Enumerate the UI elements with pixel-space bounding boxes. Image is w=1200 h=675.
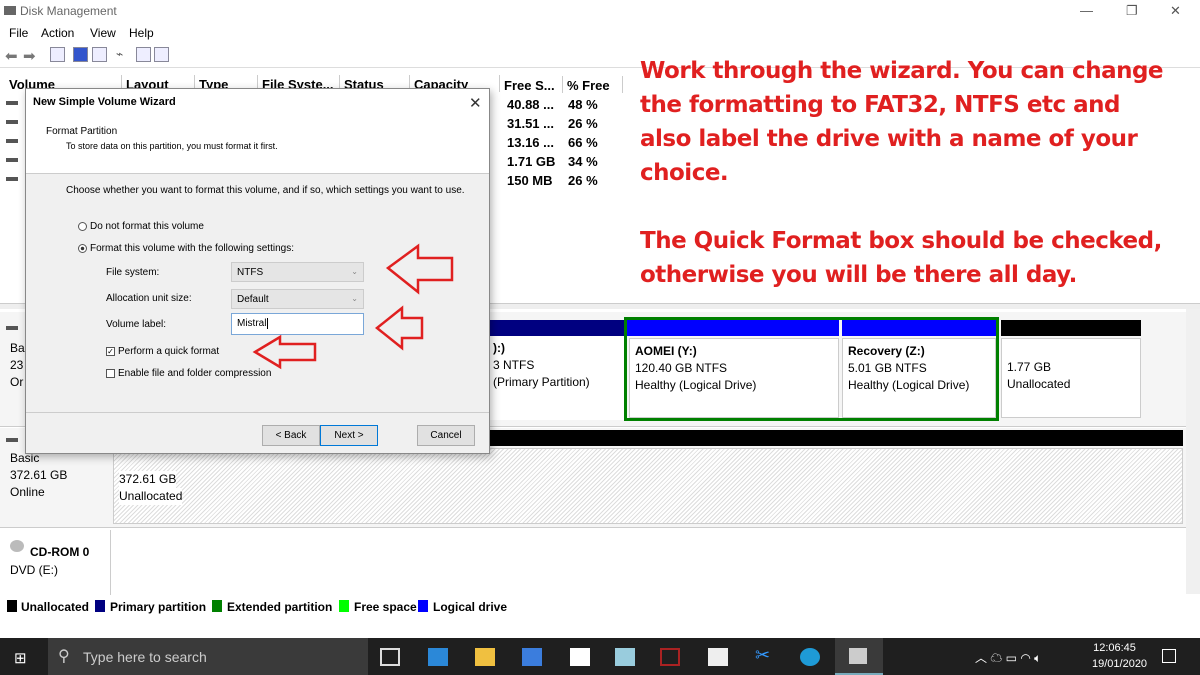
library-app-icon[interactable]: [522, 648, 542, 666]
document-icon[interactable]: [570, 648, 590, 666]
task-view-icon[interactable]: [380, 648, 400, 666]
taskbar: ⊞ ⚲ Type here to search ✂ ︿ ☁ ▭ ◠ 🔈︎ 12:…: [0, 638, 1200, 675]
annotation-arrows: [252, 243, 454, 370]
calculator-icon[interactable]: [708, 648, 728, 666]
date: 19/01/2020: [1092, 658, 1148, 670]
notifications-icon[interactable]: [1162, 649, 1176, 663]
arrow-icon: [252, 334, 317, 370]
search-icon: ⚲: [58, 648, 70, 665]
arrow-icon: [374, 305, 424, 351]
taskbar-search[interactable]: ⚲ Type here to search: [48, 638, 368, 675]
start-button[interactable]: ⊞: [14, 649, 27, 667]
snipping-tool-icon[interactable]: ✂: [755, 645, 775, 665]
disk-management-taskbar-button[interactable]: [835, 638, 883, 675]
notes-app-icon[interactable]: [615, 648, 635, 666]
sync-app-icon[interactable]: [428, 648, 448, 666]
search-placeholder: Type here to search: [83, 649, 207, 665]
system-tray-icons[interactable]: ︿ ☁ ▭ ◠ 🔈︎: [975, 649, 1041, 666]
graphics-app-icon[interactable]: [660, 648, 680, 666]
edge-dev-icon[interactable]: [800, 648, 820, 666]
file-explorer-icon[interactable]: [475, 648, 495, 666]
arrow-icon: [385, 243, 454, 295]
clock[interactable]: 12:06:45 19/01/2020: [1092, 642, 1148, 670]
time: 12:06:45: [1093, 642, 1136, 654]
